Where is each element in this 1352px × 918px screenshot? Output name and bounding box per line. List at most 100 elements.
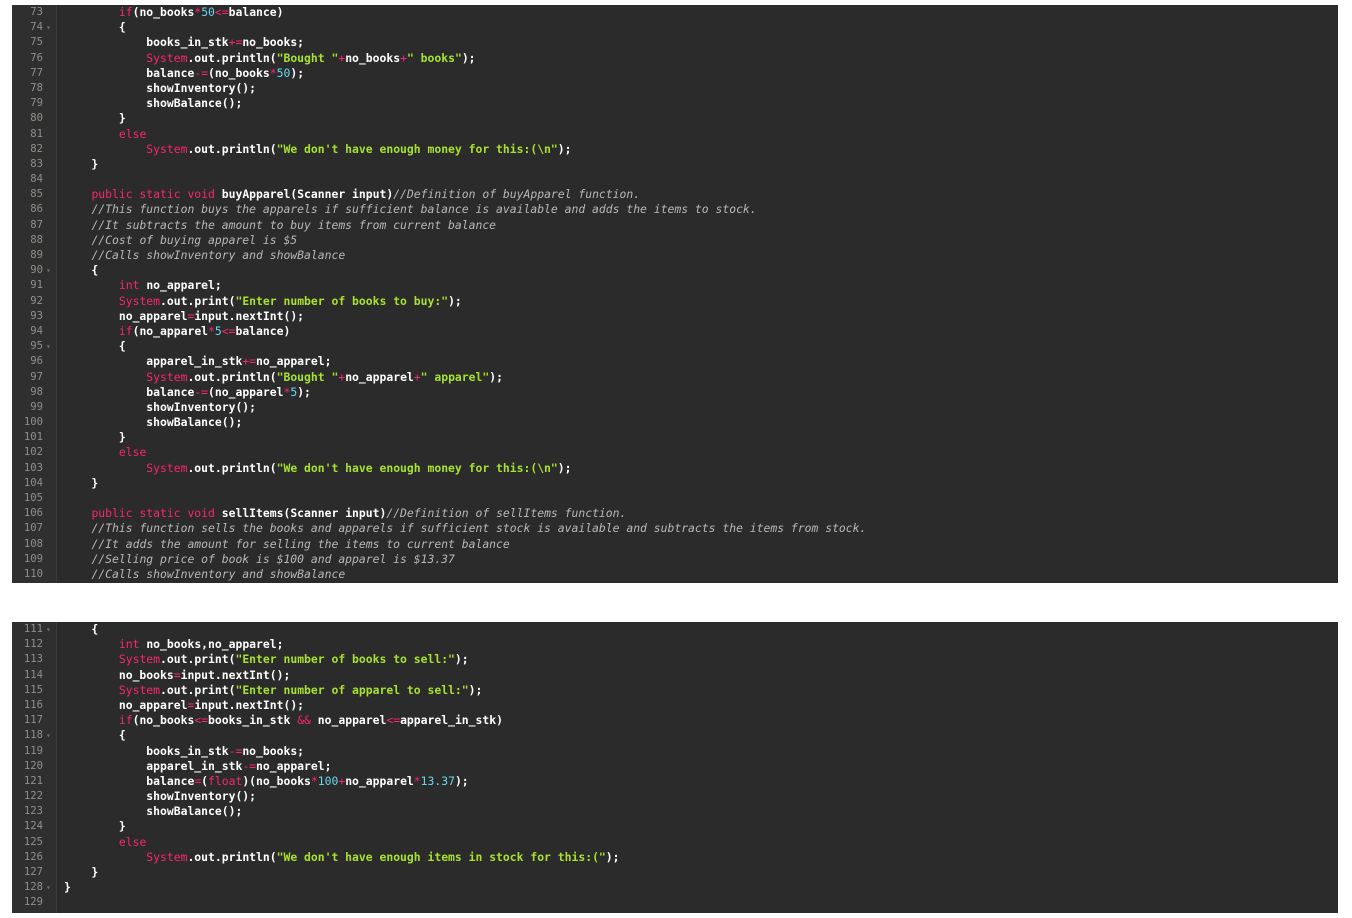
code-line[interactable]: 81 else [12, 127, 1338, 142]
code-text: no_apparel=input.nextInt(); [64, 698, 304, 713]
fold-chevron-icon[interactable]: ▾ [46, 20, 54, 35]
code-line[interactable]: 113 System.out.print("Enter number of bo… [12, 652, 1338, 667]
line-number: 86 [30, 203, 43, 216]
code-line[interactable]: 93 no_apparel=input.nextInt(); [12, 309, 1338, 324]
code-line[interactable]: 96 apparel_in_stk+=no_apparel; [12, 354, 1338, 369]
code-line[interactable]: 129 [12, 895, 1338, 910]
line-number: 119 [23, 744, 43, 757]
code-line[interactable]: 100 showBalance(); [12, 415, 1338, 430]
code-editor-panel-bottom[interactable]: 111 ▾ {112 int no_books,no_apparel; 113 Sy… [12, 622, 1338, 913]
code-line[interactable]: 87 //It subtracts the amount to buy item… [12, 218, 1338, 233]
code-line[interactable]: 110 //Calls showInventory and showBalanc… [12, 567, 1338, 582]
code-line[interactable]: 90 ▾ { [12, 263, 1338, 278]
code-token: apparel_in_stk) [400, 713, 503, 728]
code-line[interactable]: 75 books_in_stk+=no_books; [12, 35, 1338, 50]
code-line[interactable]: 108 //It adds the amount for selling the… [12, 537, 1338, 552]
code-text: { [64, 339, 126, 354]
fold-chevron-icon[interactable]: ▾ [46, 880, 54, 895]
code-line[interactable]: 79 showBalance(); [12, 96, 1338, 111]
code-line[interactable]: 114 no_books=input.nextInt(); [12, 668, 1338, 683]
code-line[interactable]: 109 //Selling price of book is $100 and … [12, 552, 1338, 567]
code-token: * [269, 65, 277, 80]
code-line[interactable]: 107 //This function sells the books and … [12, 521, 1338, 536]
code-line[interactable]: 99 showInventory(); [12, 400, 1338, 415]
code-line[interactable]: 76 System.out.println("Bought " +no_books… [12, 51, 1338, 66]
code-text: { [64, 622, 98, 637]
code-token: public static void [91, 187, 222, 202]
code-line[interactable]: 88 //Cost of buying apparel is $5 [12, 233, 1338, 248]
code-line[interactable]: 77 balance-=(no_books*50); [12, 66, 1338, 81]
code-line[interactable]: 117 if(no_books<=books_in_stk && no_appa… [12, 713, 1338, 728]
code-line[interactable]: 104 } [12, 476, 1338, 491]
code-line[interactable]: 106 public static void sellItems(Scanner… [12, 506, 1338, 521]
code-text: books_in_stk+=no_books; [64, 35, 304, 50]
line-number: 117 [23, 714, 43, 727]
line-number: 111 [23, 623, 43, 635]
code-line[interactable]: 128 ▾} [12, 880, 1338, 895]
code-token: " books" [406, 50, 462, 65]
code-line[interactable]: 119 books_in_stk-=no_books; [12, 744, 1338, 759]
fold-chevron-icon[interactable]: ▾ [46, 622, 54, 637]
code-line[interactable]: 125 else [12, 835, 1338, 850]
code-line[interactable]: 83 } [12, 157, 1338, 172]
code-line[interactable]: 116 no_apparel=input.nextInt(); [12, 698, 1338, 713]
code-line[interactable]: 118 ▾ { [12, 728, 1338, 743]
code-line[interactable]: 98 balance-=(no_apparel*5); [12, 385, 1338, 400]
code-line[interactable]: 115 System.out.print("Enter number of ap… [12, 683, 1338, 698]
code-line[interactable]: 84 [12, 172, 1338, 187]
code-line[interactable]: 121 balance=(float)(no_books*100+no_appa… [12, 774, 1338, 789]
line-number: 112 [23, 638, 43, 651]
line-number: 124 [23, 820, 43, 833]
code-line[interactable]: 124 } [12, 819, 1338, 834]
code-line[interactable]: 80 } [12, 111, 1338, 126]
fold-chevron-icon[interactable]: ▾ [46, 339, 54, 354]
code-text: no_books=input.nextInt(); [64, 668, 290, 683]
code-line[interactable]: 111 ▾ { [12, 622, 1338, 637]
code-token: //Calls showInventory and showBalance [91, 248, 346, 262]
code-line[interactable]: 105 [12, 491, 1338, 506]
code-line[interactable]: 78 showInventory(); [12, 81, 1338, 96]
code-line[interactable]: 112 int no_books,no_apparel; [12, 637, 1338, 652]
code-line[interactable]: 127 } [12, 865, 1338, 880]
code-line[interactable]: 123 showBalance(); [12, 804, 1338, 819]
code-token: System [146, 141, 188, 156]
code-line[interactable]: 85 public static void buyApparel(Scanner… [12, 187, 1338, 202]
fold-chevron-icon[interactable]: ▾ [46, 728, 54, 743]
code-line[interactable]: 89 //Calls showInventory and showBalance [12, 248, 1338, 263]
line-number: 118 [23, 729, 43, 742]
line-number: 82 [30, 142, 43, 155]
line-number: 94 [30, 324, 43, 337]
code-line[interactable]: 74 ▾ { [12, 20, 1338, 35]
code-line[interactable]: 82 System.out.println("We don't have eno… [12, 142, 1338, 157]
code-line[interactable]: 101 } [12, 430, 1338, 445]
code-line[interactable]: 92 System.out.print("Enter number of boo… [12, 294, 1338, 309]
code-text: apparel_in_stk+=no_apparel; [64, 354, 331, 369]
code-line[interactable]: 86 //This function buys the apparels if … [12, 202, 1338, 217]
code-line[interactable]: 120 apparel_in_stk-=no_apparel; [12, 759, 1338, 774]
line-number: 88 [30, 233, 43, 246]
code-token: } [64, 430, 126, 445]
code-line[interactable]: 73 if(no_books*50<=balance) [12, 5, 1338, 20]
code-text: System.out.print("Enter number of books … [64, 294, 462, 309]
fold-chevron-icon[interactable]: ▾ [46, 263, 54, 278]
code-line[interactable]: 102 else [12, 445, 1338, 460]
code-line[interactable]: 103 System.out.println("We don't have en… [12, 461, 1338, 476]
code-line[interactable]: 91 int no_apparel; [12, 278, 1338, 293]
code-text: showInventory(); [64, 789, 256, 804]
code-editor-panel-top[interactable]: 73 if(no_books*50<=balance) 74 ▾ {75 books… [12, 5, 1338, 583]
code-line[interactable]: 95 ▾ { [12, 339, 1338, 354]
code-token: balance [64, 773, 195, 788]
line-number: 92 [30, 294, 43, 307]
code-line[interactable]: 122 showInventory(); [12, 789, 1338, 804]
line-number: 106 [23, 507, 43, 520]
code-line[interactable]: 97 System.out.println("Bought " +no_appar… [12, 370, 1338, 385]
code-line[interactable]: 94 if(no_apparel*5<=balance) [12, 324, 1338, 339]
code-line[interactable]: 126 System.out.println("We don't have en… [12, 850, 1338, 865]
code-token: = [173, 667, 181, 682]
code-token: System [146, 50, 188, 65]
code-token: no_apparel [345, 369, 414, 384]
code-token: if [118, 323, 133, 338]
